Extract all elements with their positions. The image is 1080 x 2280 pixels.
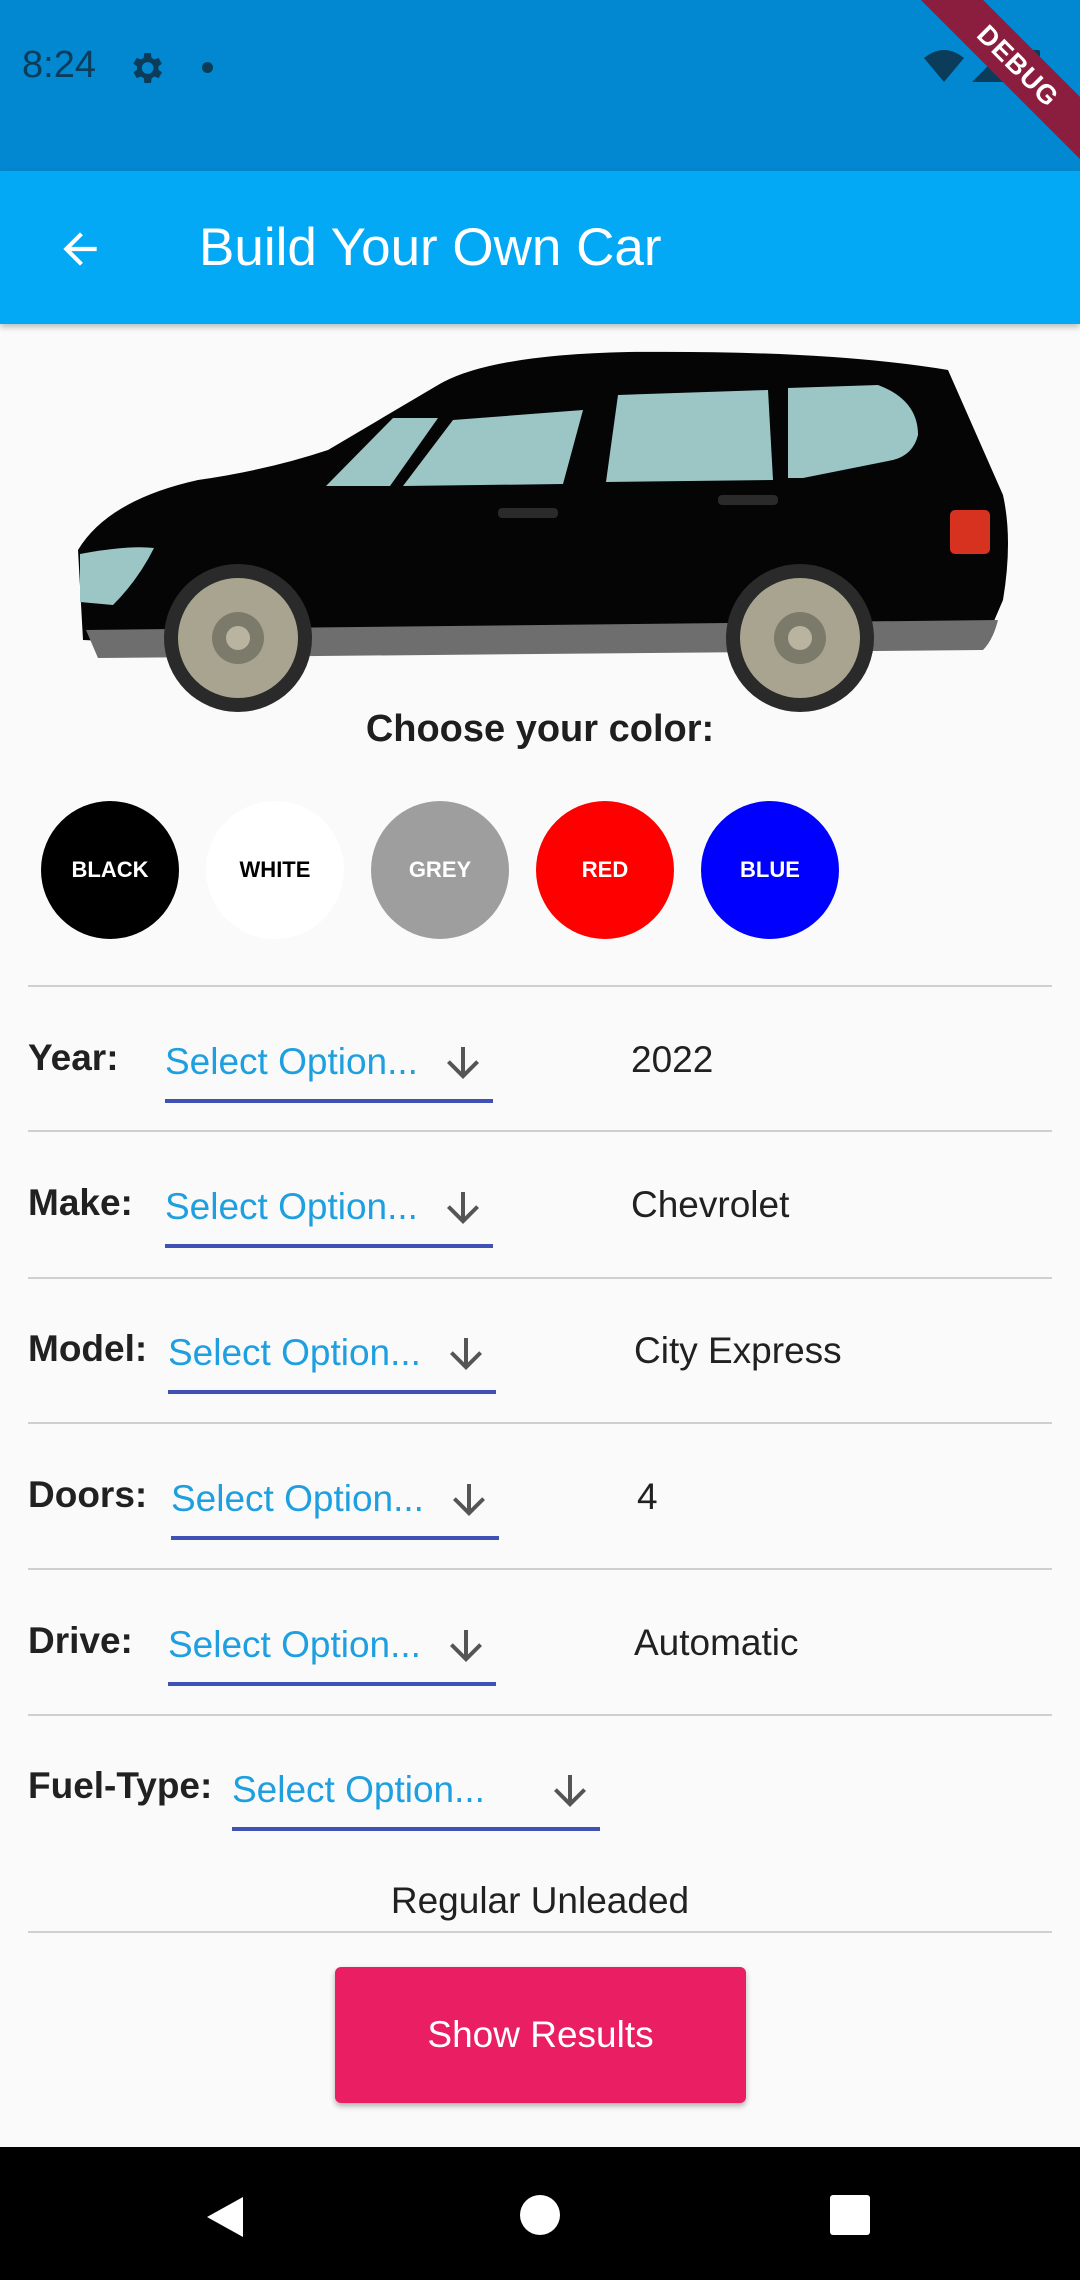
dropdown-placeholder: Select Option... <box>232 1769 485 1810</box>
drive-value: Automatic <box>634 1622 799 1663</box>
color-label: WHITE <box>239 857 311 882</box>
nav-back-icon[interactable] <box>205 2195 245 2244</box>
dropdown-placeholder: Select Option... <box>168 1332 421 1373</box>
settings-gear-icon <box>126 48 166 93</box>
color-label: BLUE <box>740 857 800 882</box>
dropdown-placeholder: Select Option... <box>168 1624 421 1665</box>
doors-value: 4 <box>637 1476 658 1517</box>
drive-label: Drive: <box>28 1620 133 1661</box>
make-label: Make: <box>28 1182 133 1223</box>
arrow-down-icon <box>442 1330 490 1383</box>
dropdown-placeholder: Select Option... <box>165 1186 418 1227</box>
fuel-type-value: Regular Unleaded <box>390 1880 690 1921</box>
status-time: 8:24 <box>22 44 96 86</box>
show-results-button[interactable]: Show Results <box>335 1967 746 2103</box>
car-image <box>68 340 1018 725</box>
doors-label: Doors: <box>28 1474 148 1515</box>
arrow-down-icon <box>439 1184 487 1237</box>
arrow-down-icon <box>445 1476 493 1529</box>
divider <box>28 1130 1052 1132</box>
divider <box>28 1422 1052 1424</box>
doors-dropdown[interactable]: Select Option... <box>171 1470 499 1540</box>
arrow-down-icon <box>546 1767 594 1820</box>
year-dropdown[interactable]: Select Option... <box>165 1033 493 1103</box>
color-label: RED <box>581 857 629 882</box>
model-value: City Express <box>634 1330 842 1371</box>
year-value: 2022 <box>631 1039 714 1080</box>
back-button[interactable] <box>40 209 120 289</box>
color-label: BLACK <box>71 857 149 882</box>
divider <box>28 985 1052 987</box>
color-grey-button[interactable]: GREY <box>371 801 509 939</box>
color-label: GREY <box>408 857 472 882</box>
color-black-button[interactable]: BLACK <box>41 801 179 939</box>
notification-dot-icon <box>202 62 213 73</box>
fuel-type-dropdown[interactable]: Select Option... <box>232 1761 600 1831</box>
drive-dropdown[interactable]: Select Option... <box>168 1616 496 1686</box>
divider <box>28 1714 1052 1716</box>
page-title: Build Your Own Car <box>199 218 662 277</box>
divider <box>28 1568 1052 1570</box>
color-red-button[interactable]: RED <box>536 801 674 939</box>
wifi-icon <box>924 50 964 82</box>
dropdown-placeholder: Select Option... <box>165 1041 418 1082</box>
color-blue-button[interactable]: BLUE <box>701 801 839 939</box>
arrow-down-icon <box>442 1622 490 1675</box>
status-bar: 8:24 DEBUG <box>0 0 1080 171</box>
make-value: Chevrolet <box>631 1184 790 1225</box>
divider <box>28 1931 1052 1933</box>
model-label: Model: <box>28 1328 148 1369</box>
nav-recents-icon[interactable] <box>830 2195 870 2235</box>
arrow-back-icon <box>63 232 97 266</box>
app-bar: Build Your Own Car <box>0 171 1080 324</box>
year-label: Year: <box>28 1037 119 1078</box>
make-dropdown[interactable]: Select Option... <box>165 1178 493 1248</box>
nav-home-icon[interactable] <box>520 2195 560 2235</box>
system-nav-bar <box>0 2147 1080 2280</box>
divider <box>28 1277 1052 1279</box>
arrow-down-icon <box>439 1039 487 1092</box>
model-dropdown[interactable]: Select Option... <box>168 1324 496 1394</box>
fuel-type-label: Fuel-Type: <box>28 1765 213 1806</box>
color-heading: Choose your color: <box>365 708 715 750</box>
dropdown-placeholder: Select Option... <box>171 1478 424 1519</box>
color-white-button[interactable]: WHITE <box>206 801 344 939</box>
